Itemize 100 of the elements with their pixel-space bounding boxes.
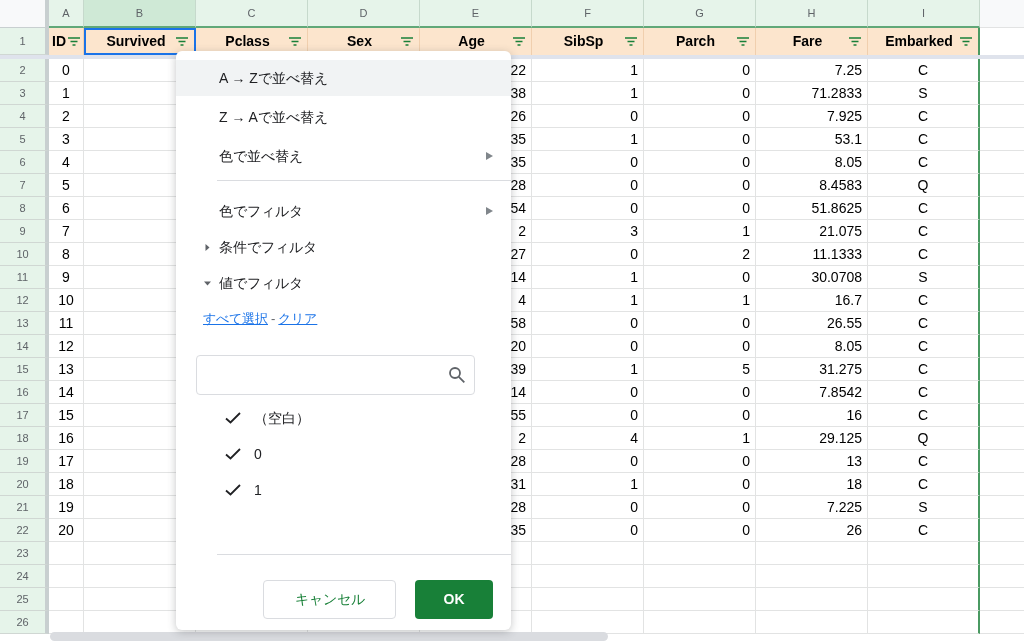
table-cell: 0: [532, 381, 644, 404]
row-number[interactable]: 14: [0, 335, 49, 358]
row-number[interactable]: 13: [0, 312, 49, 335]
row-number[interactable]: 6: [0, 151, 49, 174]
row-number[interactable]: 4: [0, 105, 49, 128]
filter-icon[interactable]: [849, 37, 861, 46]
header-label: Pclass: [224, 32, 271, 51]
search-field[interactable]: [196, 355, 475, 395]
filter-icon[interactable]: [737, 37, 749, 46]
table-cell: 14: [49, 381, 84, 404]
header-cell[interactable]: Parch: [644, 28, 756, 55]
table-cell: 0: [644, 473, 756, 496]
filter-icon[interactable]: [960, 37, 972, 46]
table-cell: 7.225: [756, 496, 868, 519]
table-cell: 0: [644, 174, 756, 197]
table-cell: 1: [532, 289, 644, 312]
table-cell: C: [868, 335, 980, 358]
table-cell: 9: [49, 266, 84, 289]
row-number[interactable]: 5: [0, 128, 49, 151]
column-letter[interactable]: H: [756, 0, 868, 28]
column-letter[interactable]: I: [868, 0, 980, 28]
table-cell: 0: [644, 496, 756, 519]
table-cell: C: [868, 243, 980, 266]
row-number[interactable]: 25: [0, 588, 49, 611]
table-cell: S: [868, 82, 980, 105]
table-cell: 21.075: [756, 220, 868, 243]
header-cell[interactable]: Embarked: [868, 28, 980, 55]
row-number[interactable]: 7: [0, 174, 49, 197]
filter-icon[interactable]: [625, 37, 637, 46]
table-cell: Q: [868, 427, 980, 450]
row-number[interactable]: 17: [0, 404, 49, 427]
header-cell[interactable]: SibSp: [532, 28, 644, 55]
select-all-link[interactable]: すべて選択: [203, 309, 268, 329]
filter-icon[interactable]: [289, 37, 301, 46]
table-cell: 8.05: [756, 335, 868, 358]
cancel-button[interactable]: キャンセル: [263, 580, 396, 619]
column-letter[interactable]: B: [84, 0, 196, 28]
row-number[interactable]: 8: [0, 197, 49, 220]
table-cell: 0: [644, 335, 756, 358]
row-number[interactable]: 24: [0, 565, 49, 588]
column-letter[interactable]: C: [196, 0, 308, 28]
row-number[interactable]: 2: [0, 59, 49, 82]
table-cell: 17: [49, 450, 84, 473]
table-cell: 0: [644, 197, 756, 220]
header-cell[interactable]: ID: [49, 28, 84, 55]
column-letter[interactable]: F: [532, 0, 644, 28]
table-cell: 11: [49, 312, 84, 335]
row-number[interactable]: 18: [0, 427, 49, 450]
table-cell: 8.05: [756, 151, 868, 174]
row-number[interactable]: 26: [0, 611, 49, 634]
table-cell: 1: [644, 427, 756, 450]
table-cell: C: [868, 289, 980, 312]
table-cell: 0: [644, 404, 756, 427]
column-letter[interactable]: D: [308, 0, 420, 28]
table-cell: 18: [49, 473, 84, 496]
row-number[interactable]: 10: [0, 243, 49, 266]
row-number[interactable]: 12: [0, 289, 49, 312]
column-letter[interactable]: E: [420, 0, 532, 28]
table-cell: 26.55: [756, 312, 868, 335]
table-cell: 71.2833: [756, 82, 868, 105]
table-cell: 1: [532, 473, 644, 496]
row-number[interactable]: 22: [0, 519, 49, 542]
row-number[interactable]: 11: [0, 266, 49, 289]
table-cell: 31.275: [756, 358, 868, 381]
filter-icon[interactable]: [513, 37, 525, 46]
row-number[interactable]: 23: [0, 542, 49, 565]
row-number[interactable]: 3: [0, 82, 49, 105]
row-number[interactable]: 16: [0, 381, 49, 404]
table-cell: 3: [532, 220, 644, 243]
table-cell: S: [868, 266, 980, 289]
row-number[interactable]: 21: [0, 496, 49, 519]
search-icon: [448, 366, 466, 384]
link-separator: -: [271, 310, 276, 329]
filter-icon[interactable]: [401, 37, 413, 46]
menu-item[interactable]: A → Zで並べ替え: [176, 60, 511, 96]
submenu-arrow-icon: [486, 207, 493, 215]
table-cell: 12: [49, 335, 84, 358]
header-cell[interactable]: Fare: [756, 28, 868, 55]
column-letter[interactable]: A: [49, 0, 84, 28]
filter-icon[interactable]: [68, 37, 80, 46]
row-number[interactable]: 9: [0, 220, 49, 243]
ok-button[interactable]: OK: [415, 580, 493, 619]
table-cell: 15: [49, 404, 84, 427]
table-cell: 0: [532, 174, 644, 197]
row-number[interactable]: 20: [0, 473, 49, 496]
column-letter[interactable]: G: [644, 0, 756, 28]
table-cell: 0: [644, 519, 756, 542]
scrollbar-thumb[interactable]: [50, 632, 608, 641]
filter-icon[interactable]: [176, 37, 188, 46]
clear-link[interactable]: クリア: [278, 309, 318, 329]
table-cell: 30.0708: [756, 266, 868, 289]
table-cell: 1: [532, 59, 644, 82]
table-cell: 1: [532, 266, 644, 289]
row-number[interactable]: 19: [0, 450, 49, 473]
header-cell[interactable]: Survived: [84, 28, 196, 55]
table-cell: C: [868, 404, 980, 427]
table-cell: 0: [644, 59, 756, 82]
row-number[interactable]: 15: [0, 358, 49, 381]
row-number[interactable]: 1: [0, 28, 49, 55]
table-cell: 8: [49, 243, 84, 266]
